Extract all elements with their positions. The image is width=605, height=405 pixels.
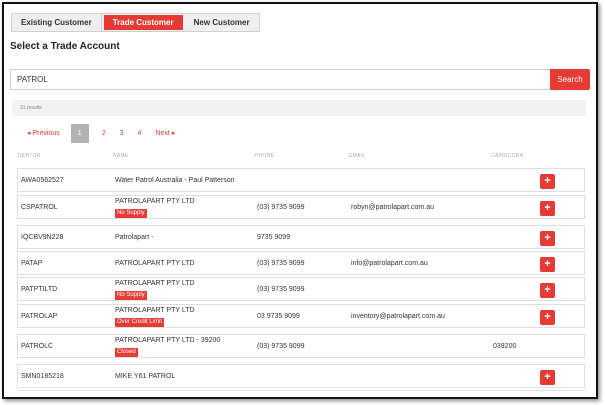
name-cell: Water Patrol Australia - Paul Patterson	[115, 177, 235, 184]
page-link-1[interactable]: 1	[70, 124, 89, 143]
add-account-button[interactable]: +	[540, 201, 555, 216]
column-header-email: EMAIL	[349, 153, 366, 159]
debtor-cell: SMN0185218	[21, 373, 64, 380]
app-window: Existing Customer Trade Customer New Cus…	[2, 2, 598, 399]
table-row[interactable]: PATROLAP PATROLAPART PTY LTD 03 9735 9099 i…	[17, 304, 585, 328]
add-account-button[interactable]: +	[540, 370, 555, 385]
name-cell: PATROLAPART PTY LTD	[115, 260, 195, 267]
table-row[interactable]: CSPATROL PATROLAPART PTY LTD (03) 9735 909…	[17, 195, 585, 219]
table-row[interactable]: PATAP PATROLAPART PTY LTD (03) 9735 9099 in…	[17, 251, 585, 275]
column-header-phone: PHONE	[255, 153, 275, 159]
name-cell: PATROLAPART PTY LTD	[115, 280, 195, 287]
pagination: ◂ Previous 1 2 3 4 Next ▸	[20, 124, 182, 143]
table-divider	[17, 390, 585, 391]
email-cell: robyn@patrolapart.com.au	[351, 204, 434, 211]
results-count: 31 results	[12, 100, 586, 116]
search-input[interactable]	[10, 69, 552, 90]
add-account-button[interactable]: +	[540, 231, 555, 246]
debtor-cell: PATPTILTD	[21, 286, 58, 293]
name-cell: MIKE Y61 PATROL	[115, 373, 176, 380]
customer-type-tabs: Existing Customer Trade Customer New Cus…	[11, 13, 260, 32]
page-link-4[interactable]: 4	[131, 124, 149, 143]
phone-cell: (03) 9735 9099	[257, 343, 305, 350]
phone-cell: (03) 9735 9099	[257, 204, 305, 211]
email-cell: info@patrolapart.com.au	[351, 260, 428, 267]
debtor-cell: PATROLAP	[21, 313, 58, 320]
status-badge: No Supply	[115, 209, 147, 218]
table-row[interactable]: SMN0185218 MIKE Y61 PATROL +	[17, 364, 585, 388]
phone-cell: 03 9735 9099	[257, 313, 300, 320]
tab-new-customer[interactable]: New Customer	[184, 14, 259, 31]
page-title: Select a Trade Account	[10, 41, 120, 52]
table-row[interactable]: PATROLC PATROLAPART PTY LTD - 39200 (03) 9…	[17, 334, 585, 358]
status-badge: Closed	[115, 348, 138, 357]
debtor-cell: PATROLC	[21, 343, 54, 350]
name-cell: PATROLAPART PTY LTD	[115, 198, 195, 205]
debtor-cell: CSPATROL	[21, 204, 58, 211]
table-row[interactable]: PATPTILTD PATROLAPART PTY LTD (03) 9735 90…	[17, 277, 585, 301]
tab-existing-customer[interactable]: Existing Customer	[12, 14, 102, 31]
page-link-2[interactable]: 2	[95, 124, 113, 143]
column-header-capricorn: CAPRICORN	[491, 153, 524, 159]
email-cell: inventory@patrolapart.com.au	[351, 313, 445, 320]
add-account-button[interactable]: +	[540, 257, 555, 272]
add-account-button[interactable]: +	[540, 174, 555, 189]
add-account-button[interactable]: +	[540, 283, 555, 298]
table-row[interactable]: IQCBV9N228 Patrolapart - 9735 9099 +	[17, 225, 585, 249]
phone-cell: (03) 9735 9099	[257, 260, 305, 267]
debtor-cell: IQCBV9N228	[21, 234, 64, 241]
name-cell: PATROLAPART PTY LTD - 39200	[115, 337, 221, 344]
capricorn-cell: 039200	[493, 343, 517, 350]
status-badge: No Supply	[115, 291, 147, 300]
tab-trade-customer[interactable]: Trade Customer	[103, 15, 183, 30]
phone-cell: (03) 9735 9099	[257, 286, 305, 293]
search-button[interactable]: Search	[550, 69, 590, 90]
add-account-button[interactable]: +	[540, 310, 555, 325]
debtor-cell: AWA0562527	[21, 177, 64, 184]
table-row[interactable]: AWA0562527 Water Patrol Australia - Paul …	[17, 168, 585, 192]
previous-page-link[interactable]: ◂ Previous	[20, 124, 67, 143]
debtor-cell: PATAP	[21, 260, 43, 267]
next-page-link[interactable]: Next ▸	[148, 124, 182, 143]
column-header-debtor: DEBTOR	[18, 153, 41, 159]
column-header-name: NAME	[113, 153, 129, 159]
phone-cell: 9735 9099	[257, 234, 291, 241]
name-cell: PATROLAPART PTY LTD	[115, 307, 195, 314]
page-link-3[interactable]: 3	[113, 124, 131, 143]
name-cell: Patrolapart -	[115, 234, 154, 241]
status-badge: Over Credit Limit	[115, 318, 165, 327]
